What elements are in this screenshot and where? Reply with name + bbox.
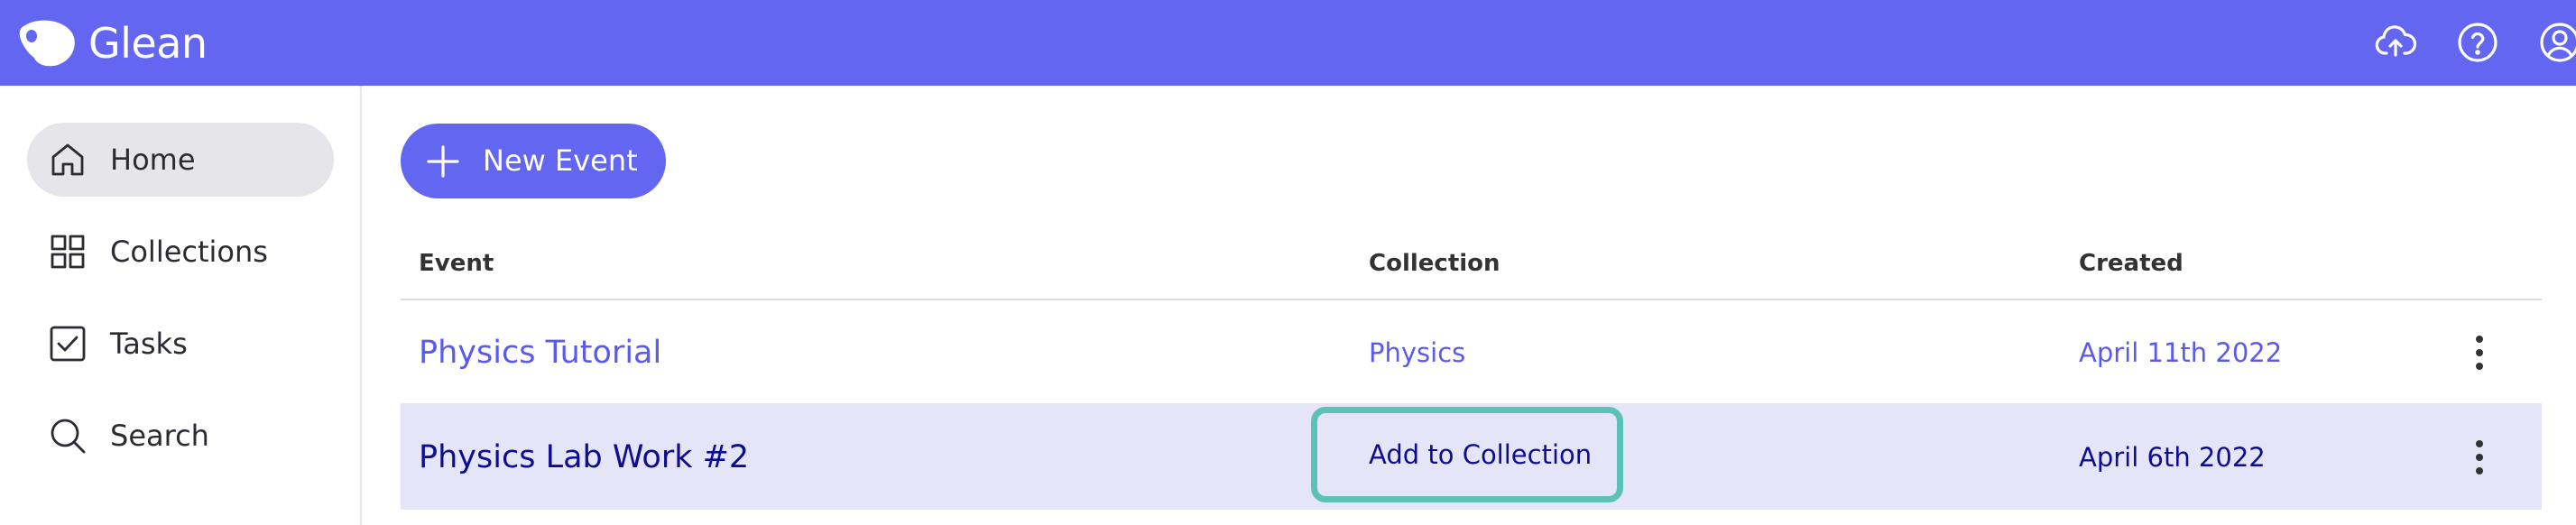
- sidebar-item-label: Home: [110, 143, 196, 177]
- created-date: April 6th 2022: [2079, 442, 2266, 473]
- table-header: Event Collection Created: [401, 230, 2542, 300]
- collection-link[interactable]: Physics: [1369, 300, 1465, 405]
- column-header-collection[interactable]: Collection: [1369, 230, 1500, 297]
- more-options-icon[interactable]: [2472, 438, 2487, 476]
- home-icon: [49, 141, 87, 179]
- sidebar-item-tasks[interactable]: Tasks: [27, 307, 334, 381]
- new-event-button[interactable]: New Event: [401, 124, 666, 198]
- help-icon[interactable]: [2455, 20, 2500, 65]
- glean-logo-icon: [16, 18, 78, 69]
- sidebar-item-label: Collections: [110, 235, 268, 269]
- events-table: Event Collection Created Physics Tutoria…: [401, 230, 2542, 510]
- table-row[interactable]: Physics Tutorial Physics April 11th 2022: [401, 300, 2542, 405]
- sidebar-item-label: Search: [110, 419, 209, 453]
- user-account-icon[interactable]: [2537, 20, 2576, 65]
- new-event-label: New Event: [483, 143, 638, 178]
- event-name-link[interactable]: Physics Tutorial: [419, 300, 661, 405]
- add-to-collection-button[interactable]: Add to Collection: [1311, 407, 1623, 502]
- brand[interactable]: Glean: [16, 18, 208, 69]
- column-header-created[interactable]: Created: [2079, 230, 2184, 297]
- table-row[interactable]: Physics Lab Work #2 Add to Collection Ap…: [401, 405, 2542, 510]
- grid-icon: [49, 233, 87, 271]
- brand-name: Glean: [88, 19, 208, 68]
- plus-icon: [427, 145, 459, 178]
- event-name-link[interactable]: Physics Lab Work #2: [419, 405, 749, 510]
- more-options-icon[interactable]: [2472, 334, 2487, 372]
- sidebar-item-collections[interactable]: Collections: [27, 215, 334, 289]
- top-bar: Glean: [0, 0, 2576, 86]
- sidebar-item-search[interactable]: Search: [27, 399, 334, 473]
- column-header-event[interactable]: Event: [419, 230, 494, 297]
- created-date: April 11th 2022: [2079, 337, 2283, 368]
- add-to-collection-label: Add to Collection: [1369, 439, 1593, 470]
- sidebar-item-home[interactable]: Home: [27, 123, 334, 197]
- sidebar: Home Collections Tasks Search: [0, 86, 362, 525]
- cloud-upload-icon[interactable]: [2373, 20, 2418, 65]
- search-icon: [49, 417, 87, 455]
- sidebar-item-label: Tasks: [110, 327, 188, 361]
- checkbox-icon: [49, 325, 87, 363]
